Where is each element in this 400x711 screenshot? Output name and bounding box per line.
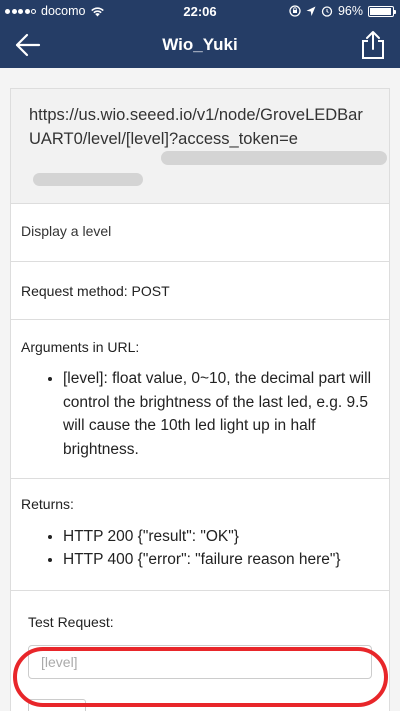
redaction-bar xyxy=(33,173,143,186)
page-title: Wio_Yuki xyxy=(162,35,238,54)
endpoint-url-box: https://us.wio.seeed.io/v1/node/GroveLED… xyxy=(11,89,389,204)
location-arrow-icon xyxy=(306,6,316,16)
method-value: POST xyxy=(131,283,170,299)
api-detail-content: https://us.wio.seeed.io/v1/node/GroveLED… xyxy=(0,68,400,711)
redaction-bar xyxy=(161,151,387,165)
list-item: HTTP 400 {"error": "failure reason here"… xyxy=(63,548,379,571)
method-section: Request method: POST xyxy=(11,262,389,320)
test-request-title: Test Request: xyxy=(28,614,114,630)
arguments-section: Arguments in URL: [level]: float value, … xyxy=(11,320,389,479)
returns-list: HTTP 200 {"result": "OK"} HTTP 400 {"err… xyxy=(21,525,379,571)
send-request-button[interactable] xyxy=(28,699,86,711)
share-icon[interactable] xyxy=(360,30,386,60)
battery-percent: 96% xyxy=(337,4,363,18)
arguments-title: Arguments in URL: xyxy=(21,339,140,355)
method-label: Request method: xyxy=(21,283,128,299)
returns-section: Returns: HTTP 200 {"result": "OK"} HTTP … xyxy=(11,479,389,591)
navigation-bar: Wio_Yuki xyxy=(0,22,400,68)
token-prefix: e xyxy=(288,130,298,148)
rotation-lock-icon xyxy=(289,5,301,17)
list-item: [level]: float value, 0~10, the decimal … xyxy=(63,367,379,461)
arguments-list: [level]: float value, 0~10, the decimal … xyxy=(21,367,379,461)
api-card: https://us.wio.seeed.io/v1/node/GroveLED… xyxy=(10,88,390,711)
list-item: HTTP 200 {"result": "OK"} xyxy=(63,525,379,548)
battery-fill xyxy=(370,7,392,15)
endpoint-url: https://us.wio.seeed.io/v1/node/GroveLED… xyxy=(29,106,363,148)
test-request-section: Test Request: xyxy=(11,591,389,711)
status-bar: docomo 22:06 96% xyxy=(0,0,400,22)
description-section: Display a level xyxy=(11,204,389,262)
alarm-clock-icon xyxy=(321,6,333,17)
level-input[interactable] xyxy=(28,645,372,679)
description-text: Display a level xyxy=(21,223,112,239)
battery-icon xyxy=(368,5,396,17)
status-right: 96% xyxy=(289,4,396,18)
returns-title: Returns: xyxy=(21,496,74,512)
